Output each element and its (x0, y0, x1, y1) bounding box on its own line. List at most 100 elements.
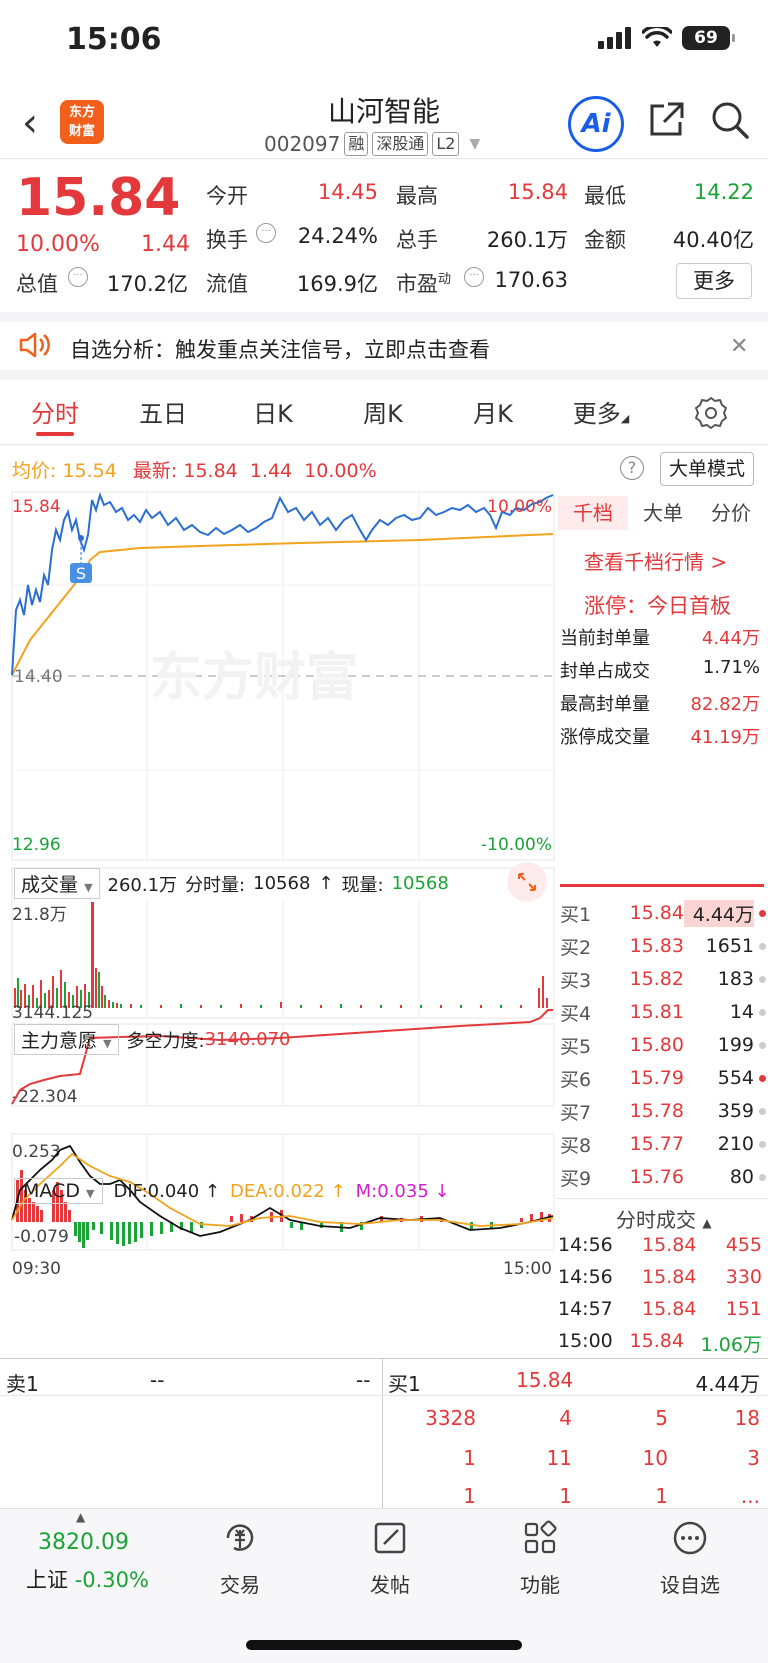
bid-price: 15.78 (629, 1100, 684, 1122)
stock-code-row[interactable]: 002097 融 深股通 L2 ▼ (264, 132, 480, 156)
search-icon[interactable] (710, 100, 750, 140)
queue-cell: 11 (546, 1446, 572, 1470)
bid-row[interactable]: 买3 15.82 183 (560, 964, 766, 994)
stat-row: 涨停成交量 41.19万 (560, 723, 760, 749)
turnover-label: 换手 (206, 228, 248, 252)
grid-icon (524, 1520, 557, 1554)
trade-volume: 330 (725, 1266, 762, 1288)
stat-value: 4.44万 (701, 628, 760, 649)
stat-row: 最高封单量 82.82万 (560, 690, 760, 716)
bid-row[interactable]: 买9 15.76 80 (560, 1162, 766, 1192)
trade-row: 14:56 15.84 330 (558, 1266, 762, 1288)
trade-row: 14:57 15.84 151 (558, 1298, 762, 1320)
bid-row[interactable]: 买8 15.77 210 (560, 1129, 766, 1159)
watermark: 东方财富 (150, 648, 358, 708)
bid-row[interactable]: 买4 15.81 14 (560, 997, 766, 1027)
nav-post[interactable]: 发帖 (330, 1518, 450, 1598)
more-quote-button[interactable]: 更多 (676, 263, 752, 299)
time-end: 15:00 (503, 1259, 552, 1279)
nav-function[interactable]: 功能 (480, 1518, 600, 1598)
index-value[interactable]: 3820.09 (38, 1530, 129, 1555)
share-icon[interactable] (646, 100, 686, 140)
macd-panel-header: MACD ▼ DIF:0.040 ↑ DEA:0.022 ↑ M:0.035 ↓ (14, 1178, 450, 1204)
close-icon[interactable]: ✕ (730, 334, 748, 359)
bid-row[interactable]: 买5 15.80 199 (560, 1030, 766, 1060)
macd-dea: DEA:0.022 ↑ (230, 1180, 346, 1202)
intent-value: 3140.070 (204, 1029, 291, 1050)
trade-volume: 455 (725, 1234, 762, 1256)
tab-daily[interactable]: 日K (228, 394, 318, 429)
info-icon[interactable]: ··· (464, 267, 484, 287)
macd-dif: DIF:0.040 ↑ (113, 1180, 221, 1202)
status-time: 15:06 (66, 22, 162, 57)
bid-volume: 4.44万 (684, 899, 754, 927)
queue-cell: 3328 (425, 1406, 476, 1430)
bid-label: 买8 (560, 1134, 592, 1157)
index-ticker[interactable]: 上证 -0.30% (26, 1564, 149, 1594)
open-label: 今开 (206, 184, 248, 208)
latest-label: 最新: (132, 460, 178, 482)
limit-up-title: 涨停：今日首板 (584, 594, 731, 618)
tab-big-order[interactable]: 大单 (628, 496, 698, 530)
dot-icon (759, 975, 766, 983)
bid-row[interactable]: 买2 15.83 1651 (560, 931, 766, 961)
expand-icon[interactable] (507, 862, 547, 902)
index-name: 上证 (26, 1568, 68, 1592)
intraday-chart-area[interactable]: 东方财富 S 15.84 14.40 12.96 10.00% -10.00% … (0, 490, 560, 1360)
ai-button[interactable]: Ai (568, 96, 624, 152)
trade-price: 15.84 (642, 1234, 697, 1256)
tab-monthly[interactable]: 月K (448, 394, 538, 429)
gear-icon[interactable] (694, 396, 728, 430)
dot-icon (759, 942, 766, 950)
nav-add-watchlist[interactable]: 设自选 (630, 1518, 750, 1598)
nav-post-label: 发帖 (370, 1573, 410, 1597)
tab-5day[interactable]: 五日 (118, 394, 208, 429)
dot-icon (759, 1173, 766, 1181)
caret-up-icon: ▲ (76, 1510, 86, 1524)
bid-row[interactable]: 买7 15.78 359 (560, 1096, 766, 1126)
trades-header[interactable]: 分时成交 ▲ (616, 1204, 712, 1233)
help-icon[interactable]: ? (620, 456, 644, 480)
tick-volume: 10568 (253, 873, 311, 894)
thousand-level-link[interactable]: 查看千档行情 > (584, 546, 727, 575)
home-indicator[interactable] (246, 1640, 522, 1650)
macd-selector[interactable]: MACD ▼ (14, 1178, 104, 1204)
speaker-icon (19, 332, 50, 358)
queue-cell: 1 (463, 1446, 476, 1470)
dot-icon (759, 1140, 766, 1148)
latest-pct: 10.00% (304, 460, 377, 482)
signal-marker[interactable]: S (76, 564, 86, 583)
pe-label-text: 市盈 (396, 272, 438, 296)
info-icon[interactable]: ··· (256, 223, 276, 243)
queue-cell: ... (740, 1484, 760, 1508)
amount-label: 金额 (584, 228, 626, 252)
dot-icon (759, 1074, 766, 1082)
big-order-mode-button[interactable]: 大单模式 (660, 452, 754, 486)
queue-cell: 10 (642, 1446, 668, 1470)
trade-row: 14:56 15.84 455 (558, 1234, 762, 1256)
queue-cell: 1 (463, 1484, 476, 1508)
trade-price: 15.84 (642, 1298, 697, 1320)
avg-value: 15.54 (62, 460, 117, 482)
queue-cell: 18 (734, 1406, 760, 1430)
tab-intraday[interactable]: 分时 (10, 394, 100, 429)
tab-thousand-level[interactable]: 千档 (558, 496, 628, 530)
bid-row[interactable]: 买6 15.79 554 (560, 1063, 766, 1093)
macd-selector-label: MACD (23, 1180, 80, 1202)
tab-price-dist[interactable]: 分价 (696, 496, 766, 530)
battery-icon: 69 (682, 26, 735, 50)
intent-selector[interactable]: 主力意愿 ▼ (14, 1024, 119, 1055)
price-change-pct: 10.00% (16, 232, 100, 257)
tab-weekly[interactable]: 周K (338, 394, 428, 429)
info-icon[interactable]: ··· (68, 267, 88, 287)
bid-price: 15.84 (629, 902, 684, 924)
volume-selector[interactable]: 成交量 ▼ (14, 868, 100, 899)
tab-more[interactable]: 更多◢ (556, 394, 646, 429)
notice-banner[interactable]: 自选分析：触发重点关注信号，立即点击查看 (70, 334, 490, 364)
bid-row[interactable]: 买1 15.84 4.44万 (560, 898, 766, 928)
nav-trade[interactable]: 交易 (180, 1518, 300, 1598)
now-volume: 10568 (391, 873, 449, 894)
dot-icon (759, 1008, 766, 1016)
tag-margin: 融 (344, 132, 369, 156)
bid-label: 买2 (560, 936, 592, 959)
